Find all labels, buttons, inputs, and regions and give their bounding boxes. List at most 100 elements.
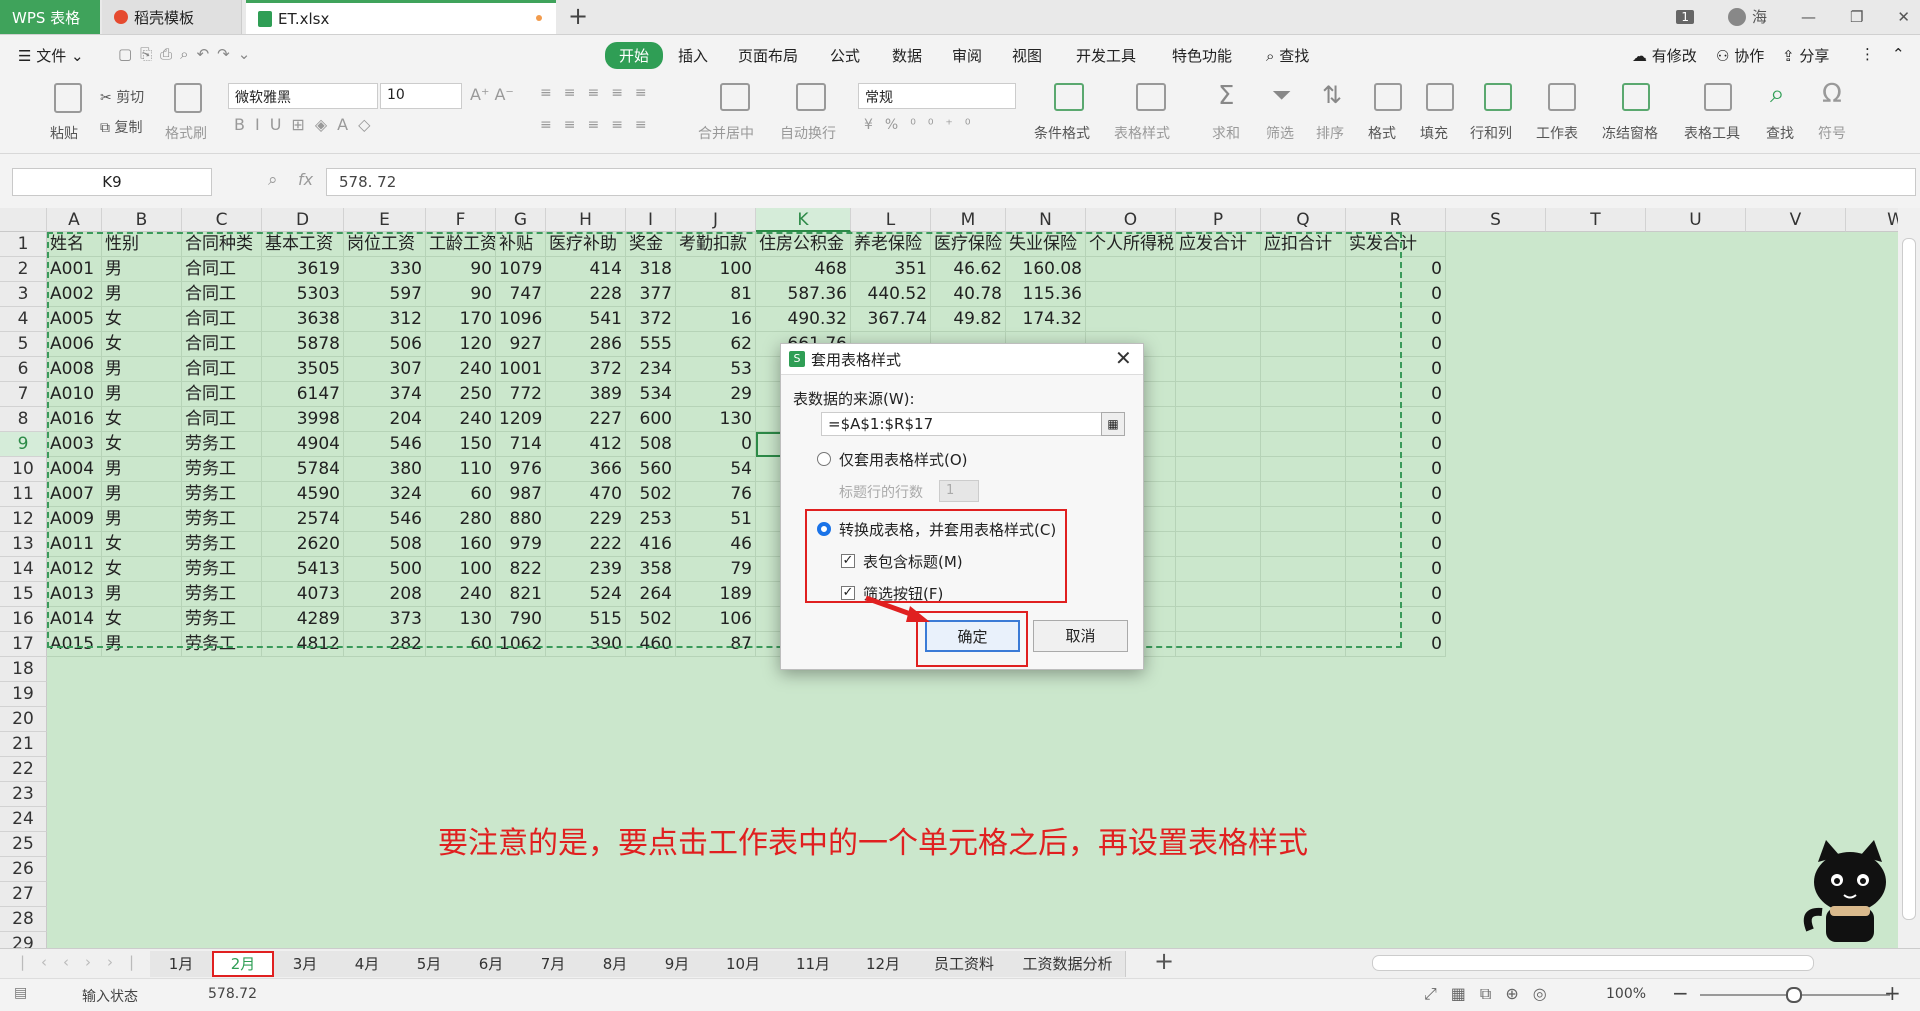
table-cell[interactable]: 264	[626, 582, 676, 607]
table-cell[interactable]: 927	[496, 332, 546, 357]
table-cell[interactable]: 490.32	[756, 307, 851, 332]
table-cell[interactable]: 5413	[262, 557, 344, 582]
close-window-icon[interactable]: ✕	[1897, 8, 1910, 26]
row-header-13[interactable]: 13	[0, 532, 47, 557]
table-cell[interactable]	[1261, 557, 1346, 582]
table-cell[interactable]: 2620	[262, 532, 344, 557]
table-cell[interactable]: 合同工	[182, 257, 262, 282]
table-cell[interactable]	[1261, 607, 1346, 632]
table-cell[interactable]	[1261, 507, 1346, 532]
table-cell[interactable]: 劳务工	[182, 607, 262, 632]
table-cell[interactable]: 324	[344, 482, 426, 507]
table-cell[interactable]	[1176, 632, 1261, 657]
paste-icon[interactable]	[54, 83, 82, 113]
table-cell[interactable]: 502	[626, 482, 676, 507]
table-cell[interactable]: 劳务工	[182, 432, 262, 457]
row-header-24[interactable]: 24	[0, 807, 47, 832]
table-cell[interactable]: 160	[426, 532, 496, 557]
table-cell[interactable]: 合同工	[182, 357, 262, 382]
column-header-b[interactable]: B	[102, 208, 182, 232]
radio-style-only[interactable]	[817, 452, 831, 466]
row-header-27[interactable]: 27	[0, 882, 47, 907]
font-style-icons[interactable]: BIU⊞◈A◇	[234, 115, 380, 134]
fx-icon[interactable]: fx	[298, 170, 313, 189]
row-header-1[interactable]: 1	[0, 232, 47, 257]
table-cell[interactable]: 366	[546, 457, 626, 482]
table-cell[interactable]: A001	[47, 257, 102, 282]
row-header-28[interactable]: 28	[0, 907, 47, 932]
share-button[interactable]: ⇪ 分享	[1782, 45, 1829, 66]
header-cell[interactable]: 应扣合计	[1261, 232, 1346, 257]
column-header-g[interactable]: G	[496, 208, 546, 232]
tab-wps[interactable]: WPS 表格	[0, 0, 100, 34]
table-cell[interactable]: 0	[1346, 407, 1446, 432]
column-header-l[interactable]: L	[851, 208, 931, 232]
sheet-tab-11[interactable]: 12月	[848, 951, 919, 977]
table-cell[interactable]: 468	[756, 257, 851, 282]
table-cell[interactable]: 劳务工	[182, 557, 262, 582]
table-cell[interactable]: 416	[626, 532, 676, 557]
horizontal-scrollbar[interactable]	[1372, 955, 1814, 971]
header-cell[interactable]: 医疗保险	[931, 232, 1006, 257]
table-cell[interactable]: 282	[344, 632, 426, 657]
row-header-17[interactable]: 17	[0, 632, 47, 657]
column-header-s[interactable]: S	[1446, 208, 1546, 232]
row-header-26[interactable]: 26	[0, 857, 47, 882]
source-range-input[interactable]: =$A$1:$R$17	[821, 412, 1105, 436]
table-cell[interactable]	[1176, 282, 1261, 307]
table-cell[interactable]: 189	[676, 582, 756, 607]
table-cell[interactable]: A009	[47, 507, 102, 532]
row-header-6[interactable]: 6	[0, 357, 47, 382]
cut-button[interactable]: ✂ 剪切	[100, 87, 144, 107]
table-cell[interactable]: 150	[426, 432, 496, 457]
quick-access-icons[interactable]: ▢⎘⎙⌕↶↷⌄	[118, 45, 258, 63]
header-cell[interactable]: 应发合计	[1176, 232, 1261, 257]
table-cell[interactable]: 60	[426, 482, 496, 507]
table-cell[interactable]: 367.74	[851, 307, 931, 332]
paste-label[interactable]: 粘贴	[50, 123, 78, 143]
table-cell[interactable]: 男	[102, 582, 182, 607]
table-cell[interactable]	[1261, 357, 1346, 382]
sheet-tab-9[interactable]: 10月	[708, 951, 779, 977]
checkbox-has-header[interactable]: ✓	[841, 554, 855, 568]
format-painter-icon[interactable]	[174, 83, 202, 113]
table-cell[interactable]: 534	[626, 382, 676, 407]
table-cell[interactable]: 0	[1346, 582, 1446, 607]
table-cell[interactable]: 351	[851, 257, 931, 282]
table-cell[interactable]	[1261, 432, 1346, 457]
table-cell[interactable]: 男	[102, 282, 182, 307]
table-cell[interactable]: 790	[496, 607, 546, 632]
search-menu[interactable]: ⌕ 查找	[1266, 45, 1309, 66]
vertical-scroll-thumb[interactable]	[1902, 238, 1916, 920]
table-cell[interactable]: 318	[626, 257, 676, 282]
table-cell[interactable]: A015	[47, 632, 102, 657]
table-cell[interactable]: 4812	[262, 632, 344, 657]
table-cell[interactable]: 120	[426, 332, 496, 357]
table-cell[interactable]: 414	[546, 257, 626, 282]
table-cell[interactable]: 女	[102, 407, 182, 432]
row-header-8[interactable]: 8	[0, 407, 47, 432]
table-cell[interactable]: A003	[47, 432, 102, 457]
row-header-15[interactable]: 15	[0, 582, 47, 607]
table-cell[interactable]: 170	[426, 307, 496, 332]
formula-input[interactable]: 578. 72	[326, 168, 1916, 196]
table-cell[interactable]: 372	[546, 357, 626, 382]
header-cell[interactable]: 实发合计	[1346, 232, 1446, 257]
row-header-2[interactable]: 2	[0, 257, 47, 282]
window-count-badge[interactable]: 1	[1676, 9, 1694, 24]
table-cell[interactable]: 110	[426, 457, 496, 482]
header-cell[interactable]: 奖金	[626, 232, 676, 257]
file-menu[interactable]: ☰ 文件 ⌄	[18, 45, 84, 66]
table-cell[interactable]: 合同工	[182, 307, 262, 332]
table-cell[interactable]: 劳务工	[182, 457, 262, 482]
table-cell[interactable]: 51	[676, 507, 756, 532]
sheet-tab-7[interactable]: 8月	[584, 951, 647, 977]
row-header-16[interactable]: 16	[0, 607, 47, 632]
table-cell[interactable]: 312	[344, 307, 426, 332]
tab-et-file[interactable]: ET.xlsx	[246, 0, 556, 34]
symbol-button[interactable]: 符号	[1818, 123, 1846, 143]
sum-button[interactable]: 求和	[1212, 123, 1240, 143]
table-cell[interactable]: 76	[676, 482, 756, 507]
zoom-slider-thumb[interactable]	[1786, 987, 1802, 1003]
sheet-tab-4[interactable]: 5月	[398, 951, 461, 977]
